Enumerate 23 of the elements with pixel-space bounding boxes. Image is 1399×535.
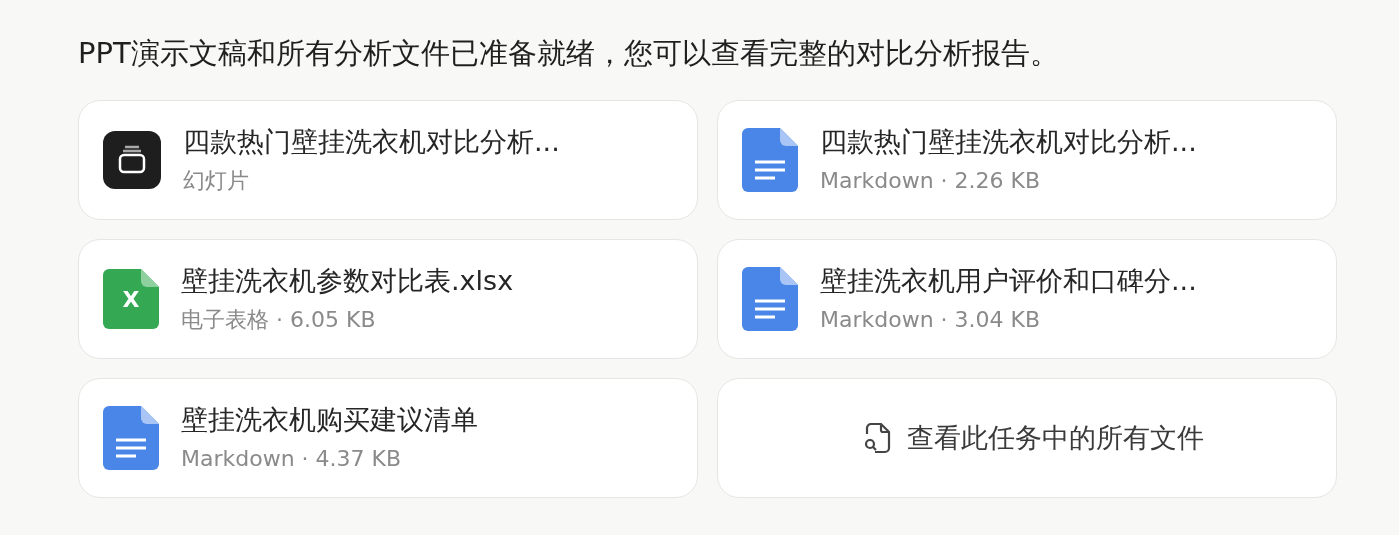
file-name: 壁挂洗衣机购买建议清单 [181,403,478,437]
spreadsheet-icon: X [103,269,159,329]
document-icon [103,406,159,470]
file-card[interactable]: 四款热门壁挂洗衣机对比分析... Markdown · 2.26 KB [717,100,1337,220]
document-icon [742,267,798,331]
file-meta: Markdown · 3.04 KB [820,306,1042,334]
file-search-icon [862,422,891,454]
file-meta: 幻灯片 [183,167,250,195]
file-name: 四款热门壁挂洗衣机对比分析... [820,125,1197,159]
file-meta: 电子表格 · 6.05 KB [181,306,377,334]
file-name: 四款热门壁挂洗衣机对比分析... [183,125,560,159]
file-card[interactable]: X 壁挂洗衣机参数对比表.xlsx 电子表格 · 6.05 KB [78,239,698,359]
file-card[interactable]: 壁挂洗衣机用户评价和口碑分... Markdown · 3.04 KB [717,239,1337,359]
file-card[interactable]: 四款热门壁挂洗衣机对比分析... 幻灯片 [78,100,698,220]
message-text: PPT演示文稿和所有分析文件已准备就绪，您可以查看完整的对比分析报告。 [78,35,1060,72]
file-meta: Markdown · 2.26 KB [820,167,1042,195]
file-name: 壁挂洗衣机参数对比表.xlsx [181,264,514,298]
file-card[interactable]: 壁挂洗衣机购买建议清单 Markdown · 4.37 KB [78,378,698,498]
document-icon [742,128,798,192]
view-all-files-button[interactable]: 查看此任务中的所有文件 [717,378,1337,498]
slides-icon [103,130,161,190]
file-meta: Markdown · 4.37 KB [181,445,403,473]
file-name: 壁挂洗衣机用户评价和口碑分... [820,264,1197,298]
